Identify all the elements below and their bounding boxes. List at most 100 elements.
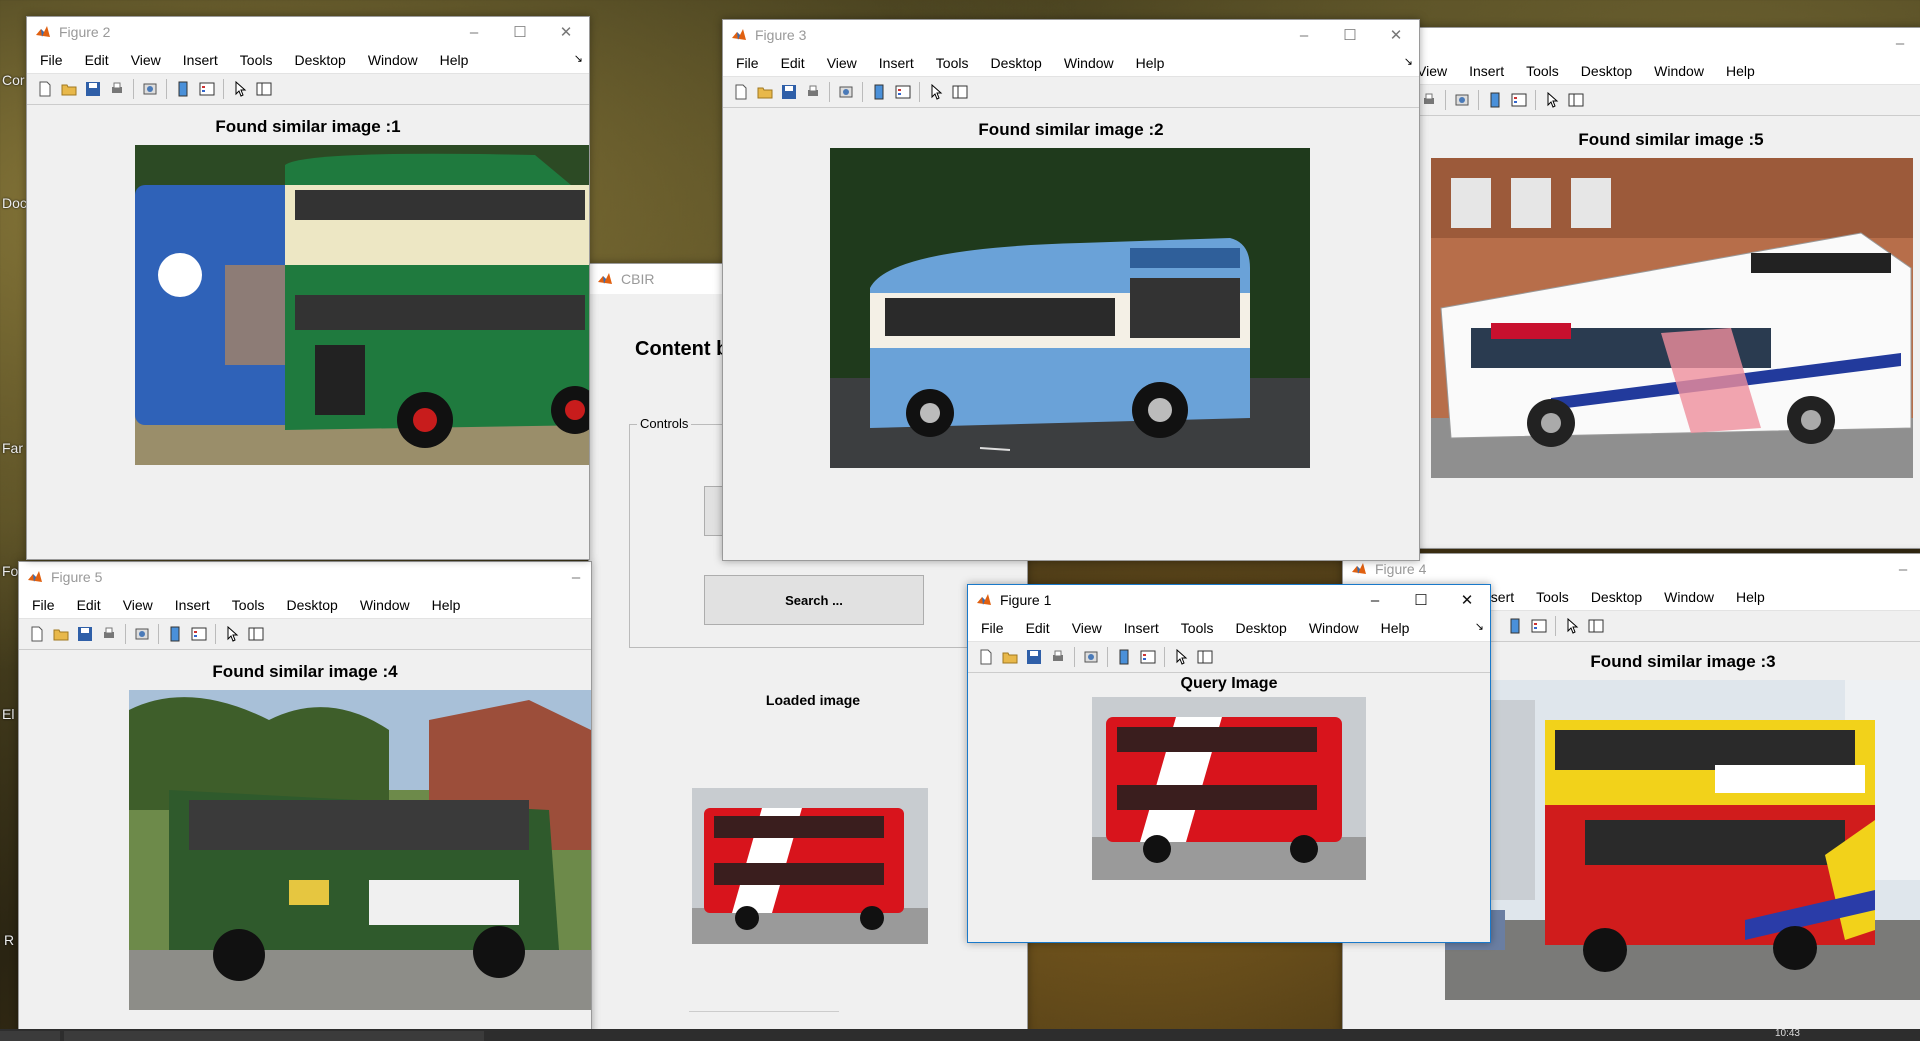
property-editor-icon[interactable] bbox=[1584, 614, 1608, 638]
minimize-button[interactable]: – bbox=[1352, 585, 1398, 615]
pointer-icon[interactable] bbox=[1560, 614, 1584, 638]
menu-desktop[interactable]: Desktop bbox=[979, 55, 1052, 71]
menu-desktop[interactable]: Desktop bbox=[1224, 620, 1297, 636]
save-icon[interactable] bbox=[1022, 645, 1046, 669]
legend-icon[interactable] bbox=[187, 622, 211, 646]
menu-overflow-icon[interactable]: ↘ bbox=[1475, 620, 1484, 633]
minimize-button[interactable]: – bbox=[1883, 554, 1920, 584]
minimize-button[interactable]: – bbox=[561, 562, 591, 592]
menu-desktop[interactable]: Desktop bbox=[283, 52, 356, 68]
legend-icon[interactable] bbox=[1507, 88, 1531, 112]
print-preview-icon[interactable] bbox=[834, 80, 858, 104]
maximize-button[interactable]: ☐ bbox=[1327, 20, 1373, 50]
menu-tools[interactable]: Tools bbox=[221, 597, 276, 613]
menu-window[interactable]: Window bbox=[1653, 589, 1725, 605]
colorbar-icon[interactable] bbox=[1112, 645, 1136, 669]
close-button[interactable]: ✕ bbox=[1373, 20, 1419, 50]
colorbar-icon[interactable] bbox=[867, 80, 891, 104]
property-editor-icon[interactable] bbox=[252, 77, 276, 101]
print-preview-icon[interactable] bbox=[138, 77, 162, 101]
menu-view[interactable]: View bbox=[816, 55, 868, 71]
menu-view[interactable]: View bbox=[112, 597, 164, 613]
print-icon[interactable] bbox=[1046, 645, 1070, 669]
open-file-icon[interactable] bbox=[57, 77, 81, 101]
property-editor-icon[interactable] bbox=[244, 622, 268, 646]
menu-help[interactable]: Help bbox=[1125, 55, 1176, 71]
menu-help[interactable]: Help bbox=[1715, 63, 1766, 79]
menu-window[interactable]: Window bbox=[1298, 620, 1370, 636]
menu-insert[interactable]: Insert bbox=[1458, 63, 1515, 79]
open-file-icon[interactable] bbox=[49, 622, 73, 646]
menu-window[interactable]: Window bbox=[1643, 63, 1715, 79]
save-icon[interactable] bbox=[777, 80, 801, 104]
desktop-label-r[interactable]: R bbox=[4, 932, 14, 948]
new-figure-icon[interactable] bbox=[974, 645, 998, 669]
open-file-icon[interactable] bbox=[753, 80, 777, 104]
menu-desktop[interactable]: Desktop bbox=[1580, 589, 1653, 605]
legend-icon[interactable] bbox=[1527, 614, 1551, 638]
title-bar[interactable]: Figure 4 – bbox=[1343, 554, 1920, 584]
print-preview-icon[interactable] bbox=[1450, 88, 1474, 112]
title-bar[interactable]: Figure 1 – ☐ ✕ bbox=[968, 585, 1490, 615]
colorbar-icon[interactable] bbox=[1503, 614, 1527, 638]
menu-desktop[interactable]: Desktop bbox=[275, 597, 348, 613]
menu-help[interactable]: Help bbox=[429, 52, 480, 68]
print-icon[interactable] bbox=[97, 622, 121, 646]
property-editor-icon[interactable] bbox=[1193, 645, 1217, 669]
menu-window[interactable]: Window bbox=[357, 52, 429, 68]
legend-icon[interactable] bbox=[1136, 645, 1160, 669]
colorbar-icon[interactable] bbox=[1483, 88, 1507, 112]
pointer-icon[interactable] bbox=[1540, 88, 1564, 112]
title-bar[interactable]: Figure 5 – bbox=[19, 562, 591, 592]
property-editor-icon[interactable] bbox=[948, 80, 972, 104]
title-bar[interactable]: – bbox=[1411, 28, 1920, 58]
menu-view[interactable]: View bbox=[1061, 620, 1113, 636]
menu-insert[interactable]: Insert bbox=[1113, 620, 1170, 636]
colorbar-icon[interactable] bbox=[163, 622, 187, 646]
desktop-label-far[interactable]: Far bbox=[2, 440, 23, 456]
legend-icon[interactable] bbox=[195, 77, 219, 101]
save-icon[interactable] bbox=[73, 622, 97, 646]
menu-view[interactable]: View bbox=[120, 52, 172, 68]
taskbar-search[interactable] bbox=[64, 1031, 484, 1041]
pointer-icon[interactable] bbox=[924, 80, 948, 104]
menu-edit[interactable]: Edit bbox=[66, 597, 112, 613]
menu-file[interactable]: File bbox=[970, 620, 1015, 636]
save-icon[interactable] bbox=[81, 77, 105, 101]
close-button[interactable]: ✕ bbox=[1444, 585, 1490, 615]
minimize-button[interactable]: – bbox=[1877, 28, 1920, 58]
close-button[interactable]: ✕ bbox=[543, 17, 589, 47]
menu-file[interactable]: File bbox=[29, 52, 74, 68]
menu-window[interactable]: Window bbox=[1053, 55, 1125, 71]
menu-insert[interactable]: Insert bbox=[164, 597, 221, 613]
menu-overflow-icon[interactable]: ↘ bbox=[574, 52, 583, 65]
menu-window[interactable]: Window bbox=[349, 597, 421, 613]
desktop-label-el[interactable]: El bbox=[2, 706, 14, 722]
menu-file[interactable]: File bbox=[21, 597, 66, 613]
desktop-label-doc[interactable]: Doc bbox=[2, 195, 27, 211]
pointer-icon[interactable] bbox=[220, 622, 244, 646]
menu-insert[interactable]: Insert bbox=[868, 55, 925, 71]
print-icon[interactable] bbox=[105, 77, 129, 101]
menu-tools[interactable]: Tools bbox=[1525, 589, 1580, 605]
desktop-label-fo[interactable]: Fo bbox=[2, 563, 18, 579]
colorbar-icon[interactable] bbox=[171, 77, 195, 101]
menu-help[interactable]: Help bbox=[421, 597, 472, 613]
menu-help[interactable]: Help bbox=[1725, 589, 1776, 605]
menu-edit[interactable]: Edit bbox=[770, 55, 816, 71]
menu-desktop[interactable]: Desktop bbox=[1570, 63, 1643, 79]
menu-overflow-icon[interactable]: ↘ bbox=[1404, 55, 1413, 68]
legend-icon[interactable] bbox=[891, 80, 915, 104]
menu-file[interactable]: File bbox=[725, 55, 770, 71]
menu-edit[interactable]: Edit bbox=[74, 52, 120, 68]
menu-tools[interactable]: Tools bbox=[1515, 63, 1570, 79]
print-preview-icon[interactable] bbox=[130, 622, 154, 646]
desktop-label-cor[interactable]: Cor bbox=[2, 72, 25, 88]
print-preview-icon[interactable] bbox=[1079, 645, 1103, 669]
maximize-button[interactable]: ☐ bbox=[1398, 585, 1444, 615]
menu-edit[interactable]: Edit bbox=[1015, 620, 1061, 636]
property-editor-icon[interactable] bbox=[1564, 88, 1588, 112]
minimize-button[interactable]: – bbox=[451, 17, 497, 47]
taskbar-clock[interactable]: 10:43 bbox=[1775, 1028, 1800, 1039]
menu-help[interactable]: Help bbox=[1370, 620, 1421, 636]
